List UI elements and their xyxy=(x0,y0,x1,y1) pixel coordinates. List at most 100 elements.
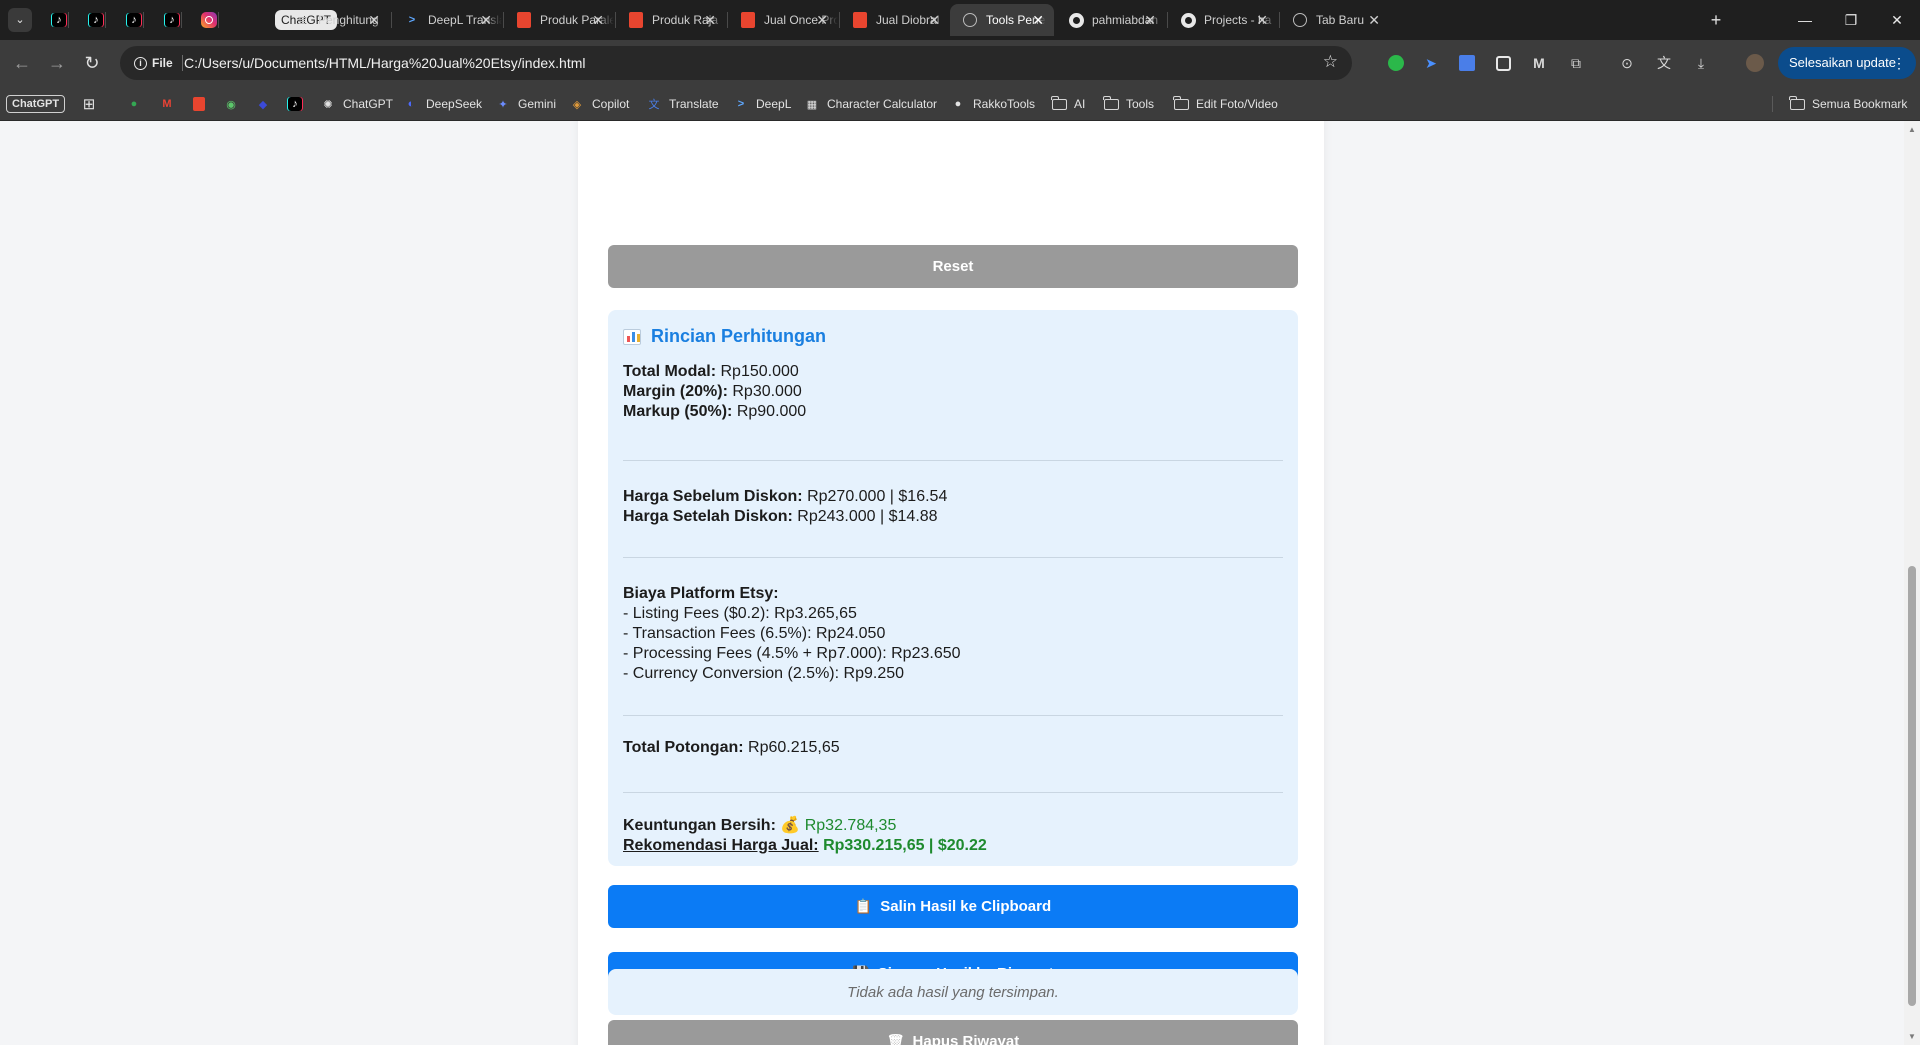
copy-to-clipboard-button[interactable]: 📋 Salin Hasil ke Clipboard xyxy=(608,885,1298,928)
site-info-button[interactable]: i File xyxy=(128,51,179,75)
copy-label: Salin Hasil ke Clipboard xyxy=(880,898,1052,915)
bookmark-star-icon[interactable]: ☆ xyxy=(1323,52,1338,72)
close-icon[interactable]: ✕ xyxy=(592,12,604,29)
bookmark-deepseek[interactable]: ◐ DeepSeek xyxy=(403,94,482,114)
pinned-tab-tiktok-2[interactable]: ♪ xyxy=(86,10,106,30)
bookmark-label: Gemini xyxy=(518,97,557,111)
bookmark-folder-ai[interactable]: AI xyxy=(1051,94,1085,114)
save-to-history-button[interactable]: 💾 Simpan Hasil ke Riwayat xyxy=(608,952,1298,995)
pinned-tab-tiktok-4[interactable]: ♪ xyxy=(162,10,182,30)
minimize-button[interactable]: — xyxy=(1782,6,1828,34)
forward-button[interactable]: → xyxy=(45,51,69,75)
shopee-bookmark-icon[interactable] xyxy=(191,94,214,114)
apps-grid-icon[interactable]: ⊞ xyxy=(81,94,104,114)
bookmark-label: Character Calculator xyxy=(827,97,938,111)
owl-bookmark-icon[interactable]: ◉ xyxy=(223,94,246,114)
total-modal-line: Total Modal: Rp150.000 xyxy=(623,362,799,382)
bookmark-chatgpt-chip[interactable]: ChatGPT xyxy=(6,94,66,114)
google-translate-extension-icon[interactable] xyxy=(1457,53,1477,73)
pinned-tab-instagram[interactable] xyxy=(199,10,219,30)
trash-icon: 🗑 xyxy=(886,1033,905,1045)
delete-history-button[interactable]: 🗑 Hapus Riwayat xyxy=(608,1020,1298,1045)
send-extension-icon[interactable]: ➤ xyxy=(1421,53,1441,73)
close-icon[interactable]: ✕ xyxy=(480,12,492,29)
bookmark-label: Semua Bookmark xyxy=(1812,97,1908,111)
restore-button[interactable]: ❐ xyxy=(1828,6,1874,34)
tab-jual-diobral[interactable]: Jual Diobral ✕ xyxy=(840,4,950,36)
bookmark-translate[interactable]: 文 Translate xyxy=(646,94,719,114)
translate-page-icon[interactable]: 文 xyxy=(1654,53,1674,73)
page-scrollbar[interactable]: ▲ ▼ xyxy=(1904,121,1920,1045)
bookmark-chatgpt[interactable]: ✺ ChatGPT xyxy=(320,94,393,114)
tab-search-button[interactable]: ⌄ xyxy=(8,8,32,32)
blue-bookmark-icon[interactable]: ◆ xyxy=(255,94,278,114)
markup-value: Rp90.000 xyxy=(736,403,807,420)
screenshot-icon[interactable]: ⊙ xyxy=(1617,53,1637,73)
camera-extension-icon[interactable] xyxy=(1493,53,1513,73)
scroll-down-arrow-icon[interactable]: ▼ xyxy=(1908,1032,1916,1041)
scroll-up-arrow-icon[interactable]: ▲ xyxy=(1908,125,1916,134)
info-icon: i xyxy=(134,56,147,70)
close-icon[interactable]: ✕ xyxy=(1368,12,1380,29)
bookmark-deepl[interactable]: > DeepL xyxy=(733,94,792,114)
pinned-tab-tiktok-1[interactable]: ♪ xyxy=(49,10,69,30)
tab-penghitung[interactable]: ≣ Penghitung ✕ xyxy=(282,4,390,36)
net-profit-value: Rp32.784,35 xyxy=(804,817,897,834)
scrollbar-thumb[interactable] xyxy=(1908,566,1916,1006)
bookmark-folder-tools[interactable]: Tools xyxy=(1103,94,1154,114)
m-extension-icon[interactable]: M xyxy=(1529,53,1549,73)
bookmark-folder-edit-foto-video[interactable]: Edit Foto/Video xyxy=(1173,94,1278,114)
close-icon[interactable]: ✕ xyxy=(928,12,940,29)
folder-icon xyxy=(1103,95,1119,112)
price-after-line: Harga Setelah Diskon: Rp243.000 | $14.88 xyxy=(623,507,938,527)
pinned-tab-tiktok-3[interactable]: ♪ xyxy=(124,10,144,30)
close-icon[interactable]: ✕ xyxy=(1144,12,1156,29)
tab-pahmiabdan[interactable]: pahmiabdan ✕ xyxy=(1056,4,1166,36)
new-tab-button[interactable]: + xyxy=(1704,8,1728,32)
address-bar[interactable]: i File C:/Users/u/Documents/HTML/Harga%2… xyxy=(120,46,1352,80)
tab-tab-baru[interactable]: Tab Baru ✕ xyxy=(1280,4,1390,36)
shopee-icon xyxy=(740,12,756,28)
extensions-puzzle-icon[interactable]: ⧉ xyxy=(1566,53,1586,73)
bookmark-gemini[interactable]: ✦ Gemini xyxy=(495,94,556,114)
all-bookmarks-folder[interactable]: Semua Bookmark xyxy=(1789,94,1907,114)
github-icon xyxy=(1068,12,1084,28)
divider xyxy=(623,792,1283,793)
tab-produk-paralel[interactable]: Produk Paralel ✕ xyxy=(504,4,614,36)
profile-avatar[interactable] xyxy=(1745,53,1765,73)
tiktok-icon: ♪ xyxy=(165,13,179,27)
price-before-label: Harga Sebelum Diskon: xyxy=(623,488,803,505)
bookmark-copilot[interactable]: ◈ Copilot xyxy=(569,94,630,114)
bookmark-rakkotools[interactable]: ● RakkoTools xyxy=(950,94,1035,114)
close-icon[interactable]: ✕ xyxy=(704,12,716,29)
margin-label: Margin (20%): xyxy=(623,383,728,400)
finish-update-button[interactable]: Selesaikan update ⋮ xyxy=(1778,47,1916,79)
url-text[interactable]: C:/Users/u/Documents/HTML/Harga%20Jual%2… xyxy=(184,55,586,71)
close-icon[interactable]: ✕ xyxy=(368,12,380,29)
bookmark-character-calculator[interactable]: ▦ Character Calculator xyxy=(804,94,937,114)
tab-produk-raja[interactable]: Produk Raja ✕ xyxy=(616,4,726,36)
result-title-text: Rincian Perhitungan xyxy=(651,326,827,346)
bookmark-label: AI xyxy=(1074,97,1086,111)
reset-button[interactable]: Reset xyxy=(608,245,1298,288)
maps-icon[interactable]: ● xyxy=(126,94,149,114)
tiktok-bookmark-icon[interactable]: ♪ xyxy=(287,94,310,114)
reload-button[interactable]: ↻ xyxy=(80,51,104,75)
whatsapp-extension-icon[interactable] xyxy=(1386,53,1406,73)
fee-transaction: - Transaction Fees (6.5%): Rp24.050 xyxy=(623,625,886,642)
tab-tools-penentu[interactable]: Tools Penentu ✕ xyxy=(950,4,1054,36)
close-icon[interactable]: ✕ xyxy=(1256,12,1268,29)
download-icon[interactable]: ⤓ xyxy=(1691,53,1711,73)
folder-icon xyxy=(1173,95,1189,112)
tab-jual-once[interactable]: Jual Once Pro ✕ xyxy=(728,4,838,36)
net-profit-line: Keuntungan Bersih: 💰 Rp32.784,35 xyxy=(623,816,896,836)
back-button[interactable]: ← xyxy=(10,51,34,75)
close-icon[interactable]: ✕ xyxy=(816,12,828,29)
close-window-button[interactable]: ✕ xyxy=(1874,6,1920,34)
clipboard-icon: 📋 xyxy=(854,898,873,914)
tiktok-icon: ♪ xyxy=(89,13,103,27)
gmail-icon[interactable]: M xyxy=(159,94,182,114)
close-icon[interactable]: ✕ xyxy=(1032,12,1044,29)
tab-projects[interactable]: Projects - ha ✕ xyxy=(1168,4,1278,36)
tab-deepl[interactable]: > DeepL Translate ✕ xyxy=(392,4,502,36)
